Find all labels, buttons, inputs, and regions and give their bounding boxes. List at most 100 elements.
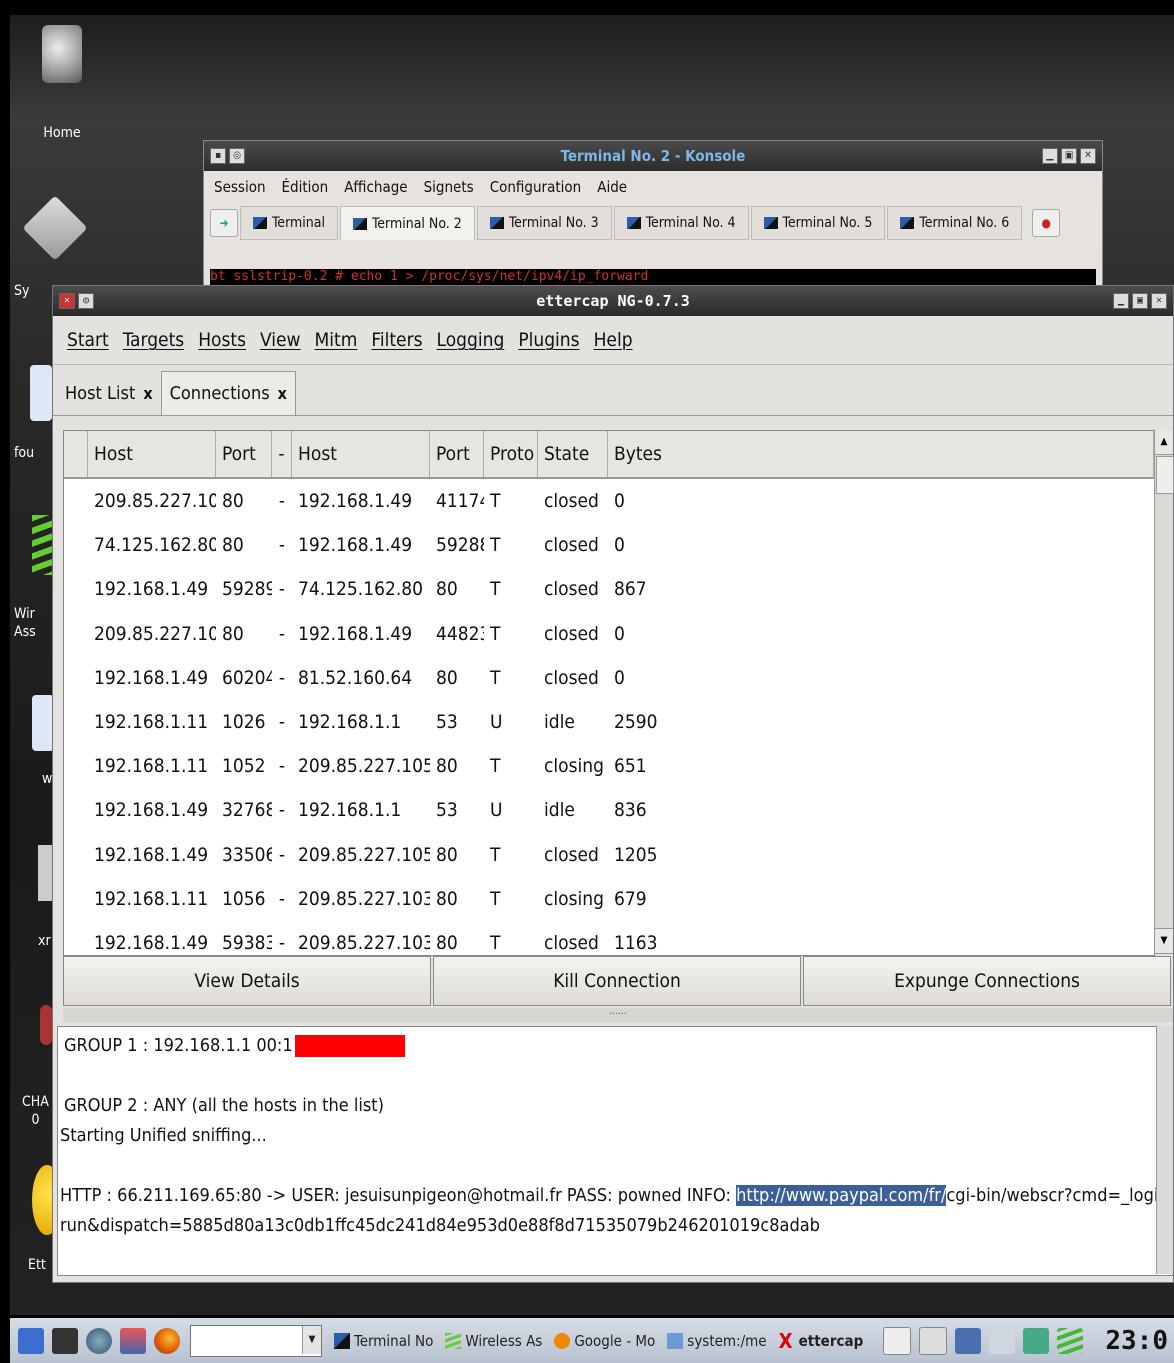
task-system[interactable]: system:/me xyxy=(667,1332,767,1350)
terminal-launcher-icon[interactable] xyxy=(52,1327,78,1354)
menu-configuration[interactable]: Configuration xyxy=(490,178,582,196)
menu-mitm[interactable]: Mitm xyxy=(315,329,358,351)
new-tab-icon[interactable]: ➜ xyxy=(210,209,238,237)
column-header-host[interactable]: Host xyxy=(88,431,216,477)
task-ettercap[interactable]: Xettercap xyxy=(779,1331,864,1351)
kde-menu-icon[interactable] xyxy=(18,1327,44,1354)
minimize-icon[interactable]: ▁ xyxy=(1113,293,1129,309)
clock[interactable]: 23:0 xyxy=(1105,1326,1168,1356)
connections-table[interactable]: Host Port - Host Port Proto State Bytes … xyxy=(63,430,1155,956)
column-header-host[interactable]: Host xyxy=(292,431,430,477)
tab-terminal-2[interactable]: Terminal No. 2 xyxy=(339,206,475,240)
menu-edition[interactable]: Édition xyxy=(282,178,329,196)
tab-terminal[interactable]: Terminal xyxy=(240,206,338,240)
updates-icon[interactable] xyxy=(1023,1327,1050,1354)
table-row[interactable]: 192.168.1.11 1052-209.85.227.105 80 Tclosin… xyxy=(64,744,1154,788)
konsole-titlebar[interactable]: ▪ ◎ Terminal No. 2 - Konsole ▁ ▣ ✕ xyxy=(204,141,1102,171)
menu-affichage[interactable]: Affichage xyxy=(344,178,407,196)
tab-terminal-4[interactable]: Terminal No. 4 xyxy=(613,206,749,240)
close-tab-icon[interactable]: ● xyxy=(1032,209,1061,237)
menu-aide[interactable]: Aide xyxy=(597,178,627,196)
menu-session[interactable]: Session xyxy=(214,178,266,196)
pane-splitter[interactable]: ...... xyxy=(63,1007,1173,1022)
task-google[interactable]: Google - Mo xyxy=(554,1332,655,1350)
tab-connections[interactable]: Connections x xyxy=(160,371,296,415)
folder-icon[interactable]: fou xyxy=(14,365,54,465)
close-tab-icon[interactable]: x xyxy=(278,384,287,403)
window-menu-icon[interactable]: ▪ xyxy=(210,148,226,164)
table-row[interactable]: 192.168.1.49 32768-192.168.1.1 53 Uidle 836 xyxy=(64,788,1154,832)
column-header-state[interactable]: State xyxy=(538,431,608,477)
firefox-icon[interactable] xyxy=(154,1327,180,1354)
column-header-port[interactable]: Port xyxy=(216,431,272,477)
network-icon[interactable] xyxy=(86,1327,112,1354)
ettercap-tray-icon[interactable] xyxy=(883,1326,912,1355)
desktop-selector[interactable]: ▼ xyxy=(190,1324,322,1357)
maximize-icon[interactable]: ▣ xyxy=(1061,148,1077,164)
table-row[interactable]: 192.168.1.49 59383-209.85.227.103 80 Tclose… xyxy=(64,921,1154,955)
task-terminal[interactable]: Terminal No xyxy=(334,1332,433,1350)
wireless-assistant-icon[interactable]: Wir Ass xyxy=(14,515,54,655)
menu-view[interactable]: View xyxy=(260,329,301,351)
task-wireless[interactable]: Wireless As xyxy=(445,1332,542,1350)
tab-host-list[interactable]: Host List x xyxy=(57,371,161,415)
menu-targets[interactable]: Targets xyxy=(123,329,184,351)
menu-logging[interactable]: Logging xyxy=(437,329,505,351)
chat-icon[interactable]: CHA 0 xyxy=(14,1005,54,1145)
volume-icon[interactable] xyxy=(989,1327,1016,1354)
close-icon[interactable]: ✕ xyxy=(1151,293,1167,309)
window-menu-icon[interactable]: ✕ xyxy=(59,293,75,309)
column-header-dash[interactable]: - xyxy=(272,431,292,477)
cell-dest-host: 192.168.1.1 xyxy=(298,711,402,734)
table-row[interactable]: 192.168.1.49 60204-81.52.160.64 80 Tclosed 0 xyxy=(64,656,1154,700)
sticky-icon[interactable]: ◎ xyxy=(78,293,94,309)
scroll-down-icon[interactable]: ▼ xyxy=(1155,928,1173,954)
tab-terminal-5[interactable]: Terminal No. 5 xyxy=(750,206,886,240)
menu-start[interactable]: Start xyxy=(67,329,109,351)
table-row[interactable]: 209.85.227.102 80 -192.168.1.49 44823 Tclose… xyxy=(64,612,1154,656)
menu-signets[interactable]: Signets xyxy=(424,178,474,196)
log-scrollbar[interactable] xyxy=(1156,1026,1173,1274)
close-icon[interactable]: ✕ xyxy=(1080,148,1096,164)
table-row[interactable]: 192.168.1.11 1056-209.85.227.103 80 Tclosin… xyxy=(64,877,1154,921)
selected-url[interactable]: http://www.paypal.com/fr/ xyxy=(736,1185,947,1206)
menu-help[interactable]: Help xyxy=(594,329,633,351)
w-icon[interactable]: w xyxy=(14,695,54,805)
java-icon[interactable] xyxy=(120,1327,146,1354)
sticky-icon[interactable]: ◎ xyxy=(229,148,245,164)
column-header-proto[interactable]: Proto xyxy=(484,431,538,477)
klipper-icon[interactable] xyxy=(919,1326,948,1355)
minimize-icon[interactable]: ▁ xyxy=(1042,148,1058,164)
tab-label: Terminal No. 6 xyxy=(919,215,1010,231)
ettercap-desktop-icon[interactable]: Ett xyxy=(14,1165,62,1285)
kill-connection-button[interactable]: Kill Connection xyxy=(433,956,801,1006)
log-output[interactable]: GROUP 1 : 192.168.1.1 00:1 GROUP 2 : ANY… xyxy=(57,1026,1173,1276)
screen-icon[interactable] xyxy=(955,1327,982,1354)
table-row[interactable]: 209.85.227.103 80 -192.168.1.49 41174 Tclose… xyxy=(64,479,1154,523)
wifi-tray-icon[interactable] xyxy=(1057,1327,1084,1354)
xr-icon[interactable]: xr xyxy=(14,845,54,955)
home-icon[interactable]: Home xyxy=(32,25,92,155)
scroll-up-icon[interactable]: ▲ xyxy=(1155,430,1173,455)
view-details-button[interactable]: View Details xyxy=(63,956,431,1006)
tab-terminal-3[interactable]: Terminal No. 3 xyxy=(476,206,612,240)
tab-terminal-6[interactable]: Terminal No. 6 xyxy=(887,206,1023,240)
cell-dest-host: 192.168.1.49 xyxy=(298,534,413,557)
close-tab-icon[interactable]: x xyxy=(143,384,152,403)
table-row[interactable]: 192.168.1.49 59289-74.125.162.80 80 Tclosed… xyxy=(64,567,1154,611)
table-row[interactable]: 74.125.162.80 80 -192.168.1.49 59288 Tclosed… xyxy=(64,523,1154,567)
maximize-icon[interactable]: ▣ xyxy=(1132,293,1148,309)
expunge-connections-button[interactable]: Expunge Connections xyxy=(803,956,1171,1006)
menu-plugins[interactable]: Plugins xyxy=(518,329,579,351)
menu-hosts[interactable]: Hosts xyxy=(198,329,246,351)
chevron-down-icon[interactable]: ▼ xyxy=(302,1325,321,1354)
column-header-bytes[interactable]: Bytes xyxy=(608,431,1154,477)
table-scrollbar[interactable]: ▲ ▼ xyxy=(1154,430,1174,954)
menu-filters[interactable]: Filters xyxy=(371,329,422,351)
ettercap-titlebar[interactable]: ✕ ◎ ettercap NG-0.7.3 ▁ ▣ ✕ xyxy=(53,286,1173,316)
scroll-thumb[interactable] xyxy=(1156,456,1174,494)
table-row[interactable]: 192.168.1.49 33506-209.85.227.105 80 Tclose… xyxy=(64,833,1154,877)
column-header-port[interactable]: Port xyxy=(430,431,484,477)
row-gutter xyxy=(64,700,88,744)
table-row[interactable]: 192.168.1.11 1026-192.168.1.1 53 Uidle 2590 xyxy=(64,700,1154,744)
